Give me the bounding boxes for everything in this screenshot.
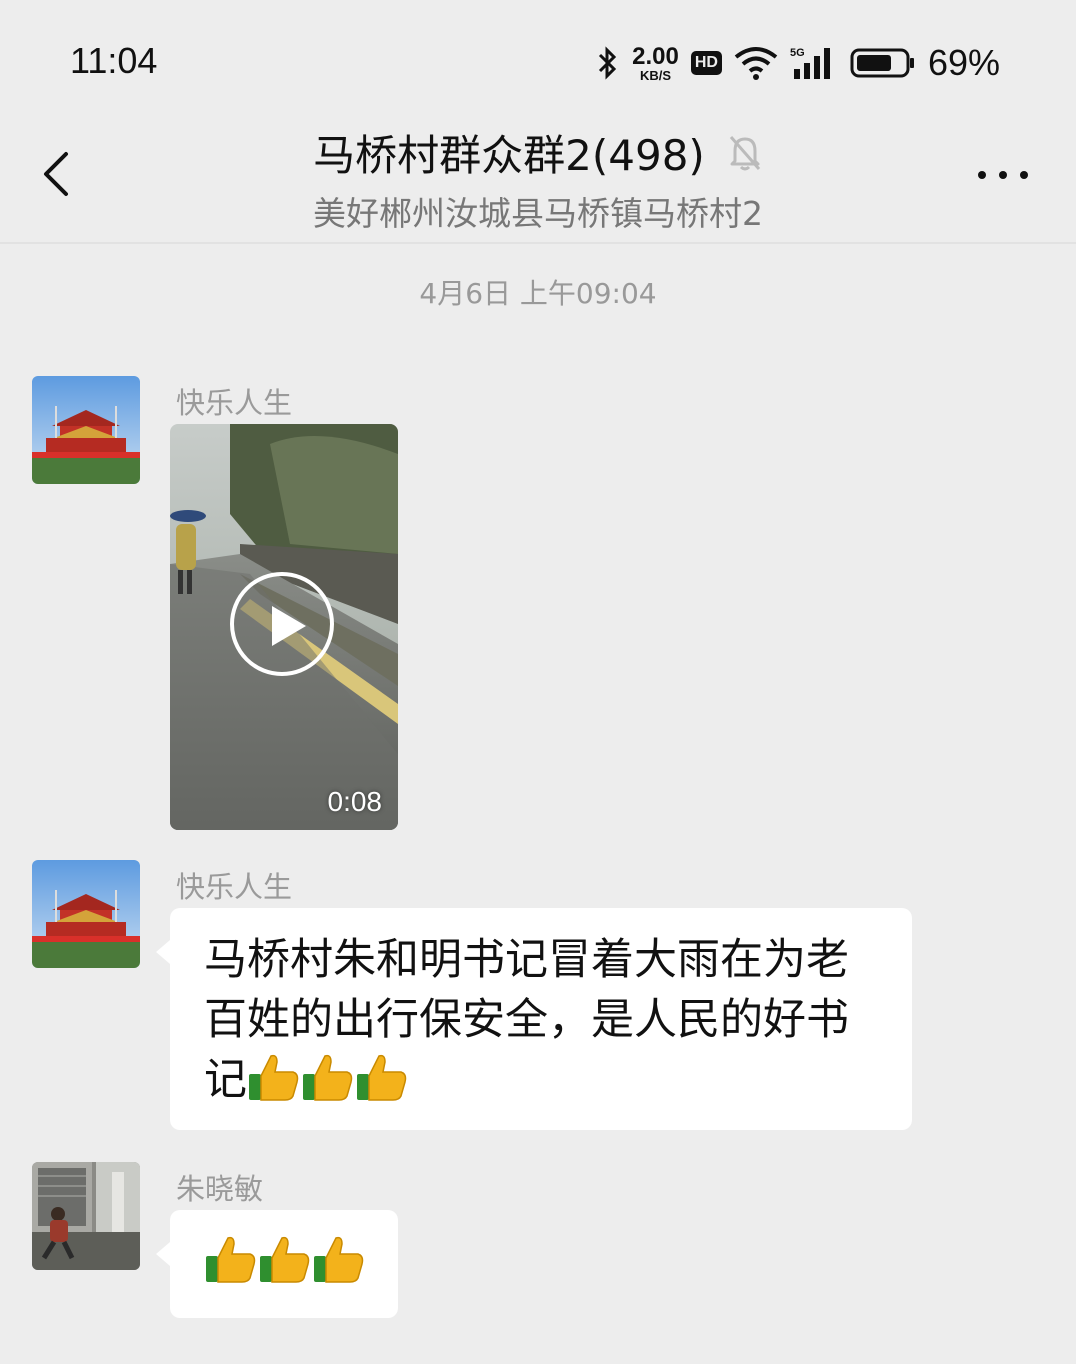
avatar[interactable] (32, 376, 140, 484)
message-text-tail: 记 (204, 1055, 247, 1105)
network-speed-value: 2.00 (632, 42, 679, 70)
signal-icon: 5G (790, 47, 830, 79)
more-dot-icon (999, 171, 1007, 179)
network-type: 5G (790, 47, 805, 59)
play-button[interactable] (230, 572, 334, 676)
page-title: 马桥村群众群2(498) (313, 131, 705, 180)
mute-bell-icon (729, 135, 760, 170)
status-bar: 11:04 2.00 KB/S HD 5G 69% (0, 0, 1076, 120)
wifi-icon (734, 47, 778, 80)
network-speed-unit: KB/S (639, 67, 671, 83)
thumbs-up-icon (258, 1234, 310, 1284)
battery-icon (850, 48, 914, 78)
chat-header: 马桥村群众群2(498) 美好郴州汝城县马桥镇马桥村2 (0, 120, 1076, 244)
page-subtitle: 美好郴州汝城县马桥镇马桥村2 (313, 194, 763, 233)
message-text-line: 记 (204, 1050, 882, 1110)
message-text-line: 百姓的出行保安全，是人民的好书 (204, 995, 849, 1045)
sender-name: 快乐人生 (176, 870, 293, 904)
more-dot-icon (1020, 171, 1028, 179)
thumbs-up-icon (301, 1052, 353, 1102)
sender-name: 快乐人生 (176, 386, 293, 420)
thumbs-up-icon (204, 1234, 256, 1284)
avatar[interactable] (32, 1162, 140, 1270)
more-dot-icon (978, 171, 986, 179)
avatar-gate-image (32, 860, 140, 968)
network-speed: 2.00 KB/S (632, 42, 679, 83)
sender-name: 朱晓敏 (176, 1172, 264, 1206)
avatar[interactable] (32, 860, 140, 968)
battery-percent: 69% (927, 42, 1000, 83)
status-icons: 2.00 KB/S HD 5G 69% (596, 40, 1000, 86)
video-message[interactable]: 0:08 (170, 424, 398, 830)
message-bubble[interactable] (156, 1210, 398, 1318)
message-text-line: 马桥村朱和明书记冒着大雨在为老 (204, 935, 849, 985)
thumbs-up-icon (247, 1052, 299, 1102)
thumbs-up-icon (355, 1052, 407, 1102)
thumbs-up-icon (312, 1234, 364, 1284)
video-duration: 0:08 (327, 786, 383, 817)
avatar-gate-image (32, 376, 140, 484)
hd-badge: HD (690, 51, 722, 75)
chat-timestamp: 4月6日 上午09:04 (419, 277, 657, 310)
message-bubble[interactable]: 马桥村朱和明书记冒着大雨在为老 百姓的出行保安全，是人民的好书 记 (156, 908, 912, 1130)
more-options-button[interactable] (978, 160, 1028, 190)
bluetooth-icon (599, 46, 617, 80)
avatar-photo-image (32, 1162, 140, 1270)
status-time: 11:04 (70, 40, 158, 81)
header-title-block: 马桥村群众群2(498) 美好郴州汝城县马桥镇马桥村2 (0, 122, 1076, 235)
